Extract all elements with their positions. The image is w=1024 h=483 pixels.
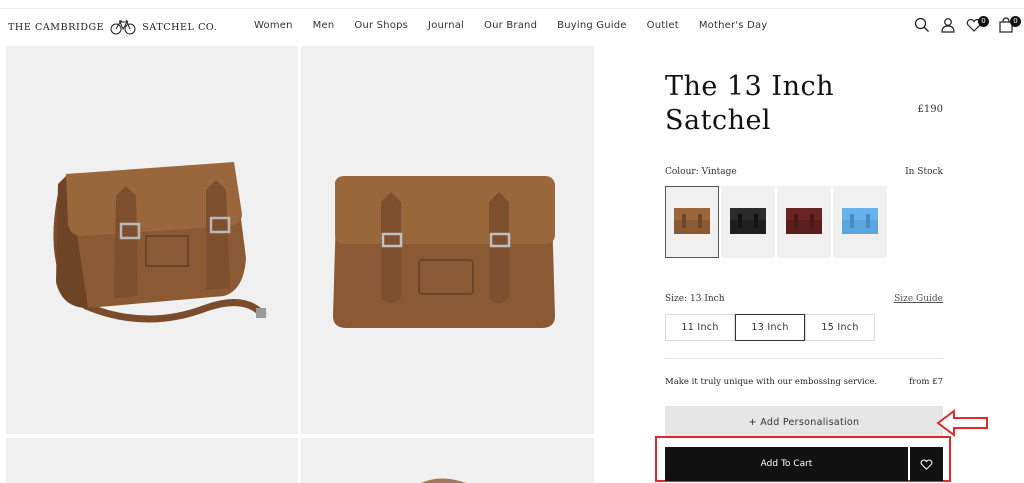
size-guide-link[interactable]: Size Guide [894,294,943,304]
size-option-11-inch[interactable]: 11 Inch [665,314,735,341]
size-options: 11 Inch 13 Inch 15 Inch [665,314,875,341]
nav-journal[interactable]: Journal [428,20,464,31]
size-option-13-inch[interactable]: 13 Inch [735,314,805,341]
size-option-15-inch[interactable]: 15 Inch [805,314,875,341]
wishlist-icon[interactable]: 0 [966,16,989,33]
satchel-front-image [333,176,555,328]
brand-logo[interactable]: THE CAMBRIDGE SATCHEL CO. [8,17,217,37]
bicycle-icon [110,19,136,35]
product-gallery [6,46,594,483]
product-details: The 13 Inch Satchel £190 Colour: Vintage… [655,70,951,482]
size-label: Size: 13 Inch [665,294,725,304]
emboss-row: Make it truly unique with our embossing … [665,377,943,387]
product-title: The 13 Inch Satchel [665,71,834,136]
logo-text-right: SATCHEL CO. [142,21,218,33]
gallery-image-fourth[interactable] [301,438,594,483]
nav-our-brand[interactable]: Our Brand [484,20,537,31]
bag-icon[interactable]: 0 [998,16,1021,33]
emboss-text: Make it truly unique with our embossing … [665,377,878,387]
swatch-oxblood[interactable] [777,186,831,258]
swatch-vintage[interactable] [665,186,719,258]
logo-text-left: THE CAMBRIDGE [8,21,105,33]
add-to-wishlist-button[interactable] [910,447,943,481]
nav-buying-guide[interactable]: Buying Guide [557,20,627,31]
nav-outlet[interactable]: Outlet [647,20,679,31]
swatch-bag-image [842,208,878,234]
nav-women[interactable]: Women [254,20,293,31]
swatch-bag-image [674,208,710,234]
search-icon[interactable] [914,17,930,33]
emboss-price: from £7 [909,377,943,387]
swatch-bag-image [786,208,822,234]
stock-status: In Stock [905,167,943,177]
account-icon[interactable] [940,17,956,33]
colour-row: Colour: Vintage In Stock [665,167,943,177]
site-header: THE CAMBRIDGE SATCHEL CO. Women Men Our … [0,0,1024,46]
swatch-blue[interactable] [833,186,887,258]
swatch-bag-image [730,208,766,234]
nav-mothers-day[interactable]: Mother's Day [699,20,768,31]
header-actions: 0 0 [914,16,1021,33]
gallery-image-third[interactable] [6,438,298,483]
heart-icon [920,459,933,470]
colour-swatches [665,186,887,258]
nav-our-shops[interactable]: Our Shops [354,20,408,31]
header-divider [0,8,1024,9]
add-personalisation-button[interactable]: + Add Personalisation [665,406,943,438]
wishlist-count-badge: 0 [978,16,989,27]
gallery-image-angled[interactable] [6,46,298,434]
swatch-black[interactable] [721,186,775,258]
section-divider [665,358,943,359]
satchel-angled-image [53,162,267,323]
size-row: Size: 13 Inch Size Guide [665,294,943,304]
colour-label: Colour: Vintage [665,167,737,177]
satchel-partial-image [421,478,466,483]
add-to-cart-button[interactable]: Add To Cart [665,447,908,481]
pointer-arrow-icon [936,409,988,437]
cart-count-badge: 0 [1010,16,1021,27]
main-nav: Women Men Our Shops Journal Our Brand Bu… [254,20,787,31]
product-price: £190 [917,104,943,115]
gallery-image-front[interactable] [301,46,594,434]
nav-men[interactable]: Men [313,20,335,31]
